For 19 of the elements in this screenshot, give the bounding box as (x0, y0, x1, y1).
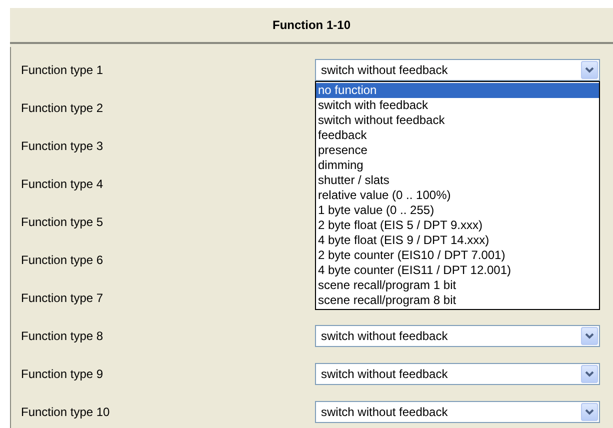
field-label: Function type 7 (20, 290, 104, 307)
dropdown-option[interactable]: no function (316, 83, 599, 98)
dropdown-select[interactable]: switch without feedback (315, 363, 600, 385)
field-label: Function type 10 (20, 404, 111, 421)
chevron-down-icon[interactable] (581, 61, 598, 79)
dropdown-select[interactable]: switch without feedback (315, 401, 600, 423)
field-label: Function type 9 (20, 366, 104, 383)
field-label: Function type 5 (20, 214, 104, 231)
field-label: Function type 1 (20, 62, 104, 79)
chevron-down-icon[interactable] (581, 365, 598, 383)
field-label: Function type 6 (20, 252, 104, 269)
chevron-down-icon[interactable] (581, 327, 598, 345)
field-label: Function type 3 (20, 138, 104, 155)
field-label: Function type 8 (20, 328, 104, 345)
dropdown-select[interactable]: switch without feedback (315, 59, 600, 81)
field-label: Function type 4 (20, 176, 104, 193)
field-label: Function type 2 (20, 100, 104, 117)
dropdown-select[interactable]: switch without feedback (315, 325, 600, 347)
chevron-down-icon[interactable] (581, 403, 598, 421)
